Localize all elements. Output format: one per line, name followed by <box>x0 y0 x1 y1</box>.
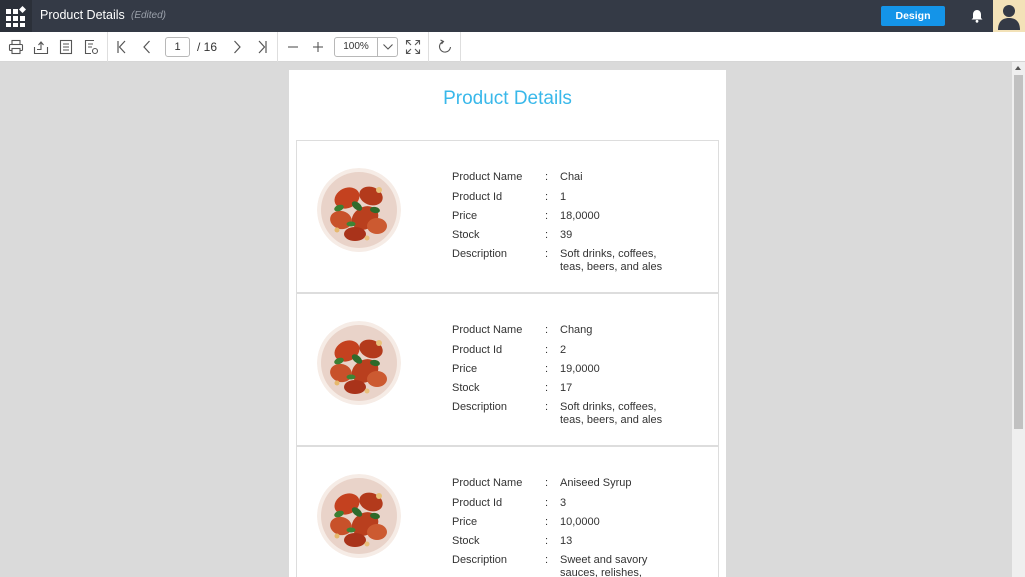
product-name-label: Product Name <box>452 171 523 183</box>
zoom-select[interactable]: 100% <box>334 37 398 57</box>
product-name-value: Aniseed Syrup <box>560 477 632 489</box>
export-icon[interactable] <box>33 39 49 55</box>
zoom-in-icon[interactable] <box>310 39 326 55</box>
chevron-down-icon[interactable] <box>382 42 394 52</box>
product-id-label: Product Id <box>452 497 503 509</box>
design-button[interactable]: Design <box>881 6 945 26</box>
notification-bell-icon[interactable] <box>970 9 984 23</box>
separator: : <box>545 401 549 413</box>
stock-value: 17 <box>560 382 573 394</box>
description-value: Soft drinks, coffees, teas, beers, and a… <box>560 401 663 426</box>
price-label: Price <box>452 516 478 528</box>
description-label: Description <box>452 554 508 566</box>
separator: : <box>545 382 549 394</box>
separator: : <box>545 324 549 336</box>
product-id-label: Product Id <box>452 191 503 203</box>
next-page-icon[interactable] <box>229 39 245 55</box>
product-name-value: Chang <box>560 324 593 336</box>
product-card: Product Name : Chai Product Id : 1 Price… <box>296 140 719 293</box>
product-image <box>317 474 401 558</box>
page-count: / 16 <box>197 40 218 54</box>
stock-value: 39 <box>560 229 573 241</box>
separator: : <box>545 191 549 203</box>
toolbar-divider <box>428 32 429 62</box>
toolbar-divider <box>460 32 461 62</box>
description-value: Soft drinks, coffees, teas, beers, and a… <box>560 248 663 273</box>
price-value: 18,0000 <box>560 210 600 222</box>
description-label: Description <box>452 401 508 413</box>
first-page-icon[interactable] <box>114 39 130 55</box>
print-icon[interactable] <box>8 39 24 55</box>
separator: : <box>545 516 549 528</box>
user-avatar[interactable] <box>993 0 1025 32</box>
separator: : <box>545 535 549 547</box>
previous-page-icon[interactable] <box>139 39 155 55</box>
product-image <box>317 321 401 405</box>
separator: : <box>545 229 549 241</box>
zoom-out-icon[interactable] <box>285 39 301 55</box>
description-value: Sweet and savory sauces, relishes, <box>560 554 648 577</box>
separator: : <box>545 210 549 222</box>
separator: : <box>545 171 549 183</box>
separator: : <box>545 344 549 356</box>
viewer-toolbar: 1 / 16 100% <box>0 32 1025 62</box>
edited-status: (Edited) <box>131 10 167 21</box>
separator: : <box>545 554 549 566</box>
separator: : <box>545 497 549 509</box>
zoom-level: 100% <box>335 38 378 56</box>
product-id-value: 1 <box>560 191 567 203</box>
scroll-up-arrow-icon[interactable] <box>1015 66 1021 70</box>
price-value: 10,0000 <box>560 516 600 528</box>
parameters-icon[interactable] <box>83 39 99 55</box>
stock-label: Stock <box>452 382 480 394</box>
report-title: Product Details <box>443 88 572 109</box>
app-header: Product Details (Edited) Design <box>0 0 1025 32</box>
product-name-value: Chai <box>560 171 583 183</box>
description-label: Description <box>452 248 508 260</box>
product-id-value: 3 <box>560 497 567 509</box>
app-menu-button[interactable] <box>0 0 32 32</box>
separator: : <box>545 477 549 489</box>
price-label: Price <box>452 363 478 375</box>
stock-label: Stock <box>452 229 480 241</box>
user-icon <box>998 5 1020 30</box>
last-page-icon[interactable] <box>254 39 270 55</box>
product-image <box>317 168 401 252</box>
page-title: Product Details <box>40 8 125 22</box>
price-value: 19,0000 <box>560 363 600 375</box>
fit-page-icon[interactable] <box>405 39 421 55</box>
apps-grid-icon <box>6 6 26 27</box>
stock-label: Stock <box>452 535 480 547</box>
toolbar-divider <box>107 32 108 62</box>
separator: : <box>545 248 549 260</box>
refresh-icon[interactable] <box>437 39 453 55</box>
stock-value: 13 <box>560 535 573 547</box>
product-card: Product Name : Aniseed Syrup Product Id … <box>296 446 719 577</box>
report-page: Product Details Product Name: Chai Prod… <box>289 70 726 577</box>
product-name-label: Product Name <box>452 477 523 489</box>
product-id-label: Product Id <box>452 344 503 356</box>
product-card: Product Name : Chang Product Id : 2 Pric… <box>296 293 719 446</box>
page-number-input[interactable]: 1 <box>165 37 190 57</box>
toolbar-divider <box>277 32 278 62</box>
separator: : <box>545 363 549 375</box>
page-setup-icon[interactable] <box>58 39 74 55</box>
price-label: Price <box>452 210 478 222</box>
product-name-label: Product Name <box>452 324 523 336</box>
report-viewer: Product Details Product Name: Chai Prod… <box>0 62 1012 577</box>
scrollbar-thumb[interactable] <box>1014 75 1023 429</box>
vertical-scrollbar[interactable] <box>1012 62 1025 577</box>
product-id-value: 2 <box>560 344 567 356</box>
